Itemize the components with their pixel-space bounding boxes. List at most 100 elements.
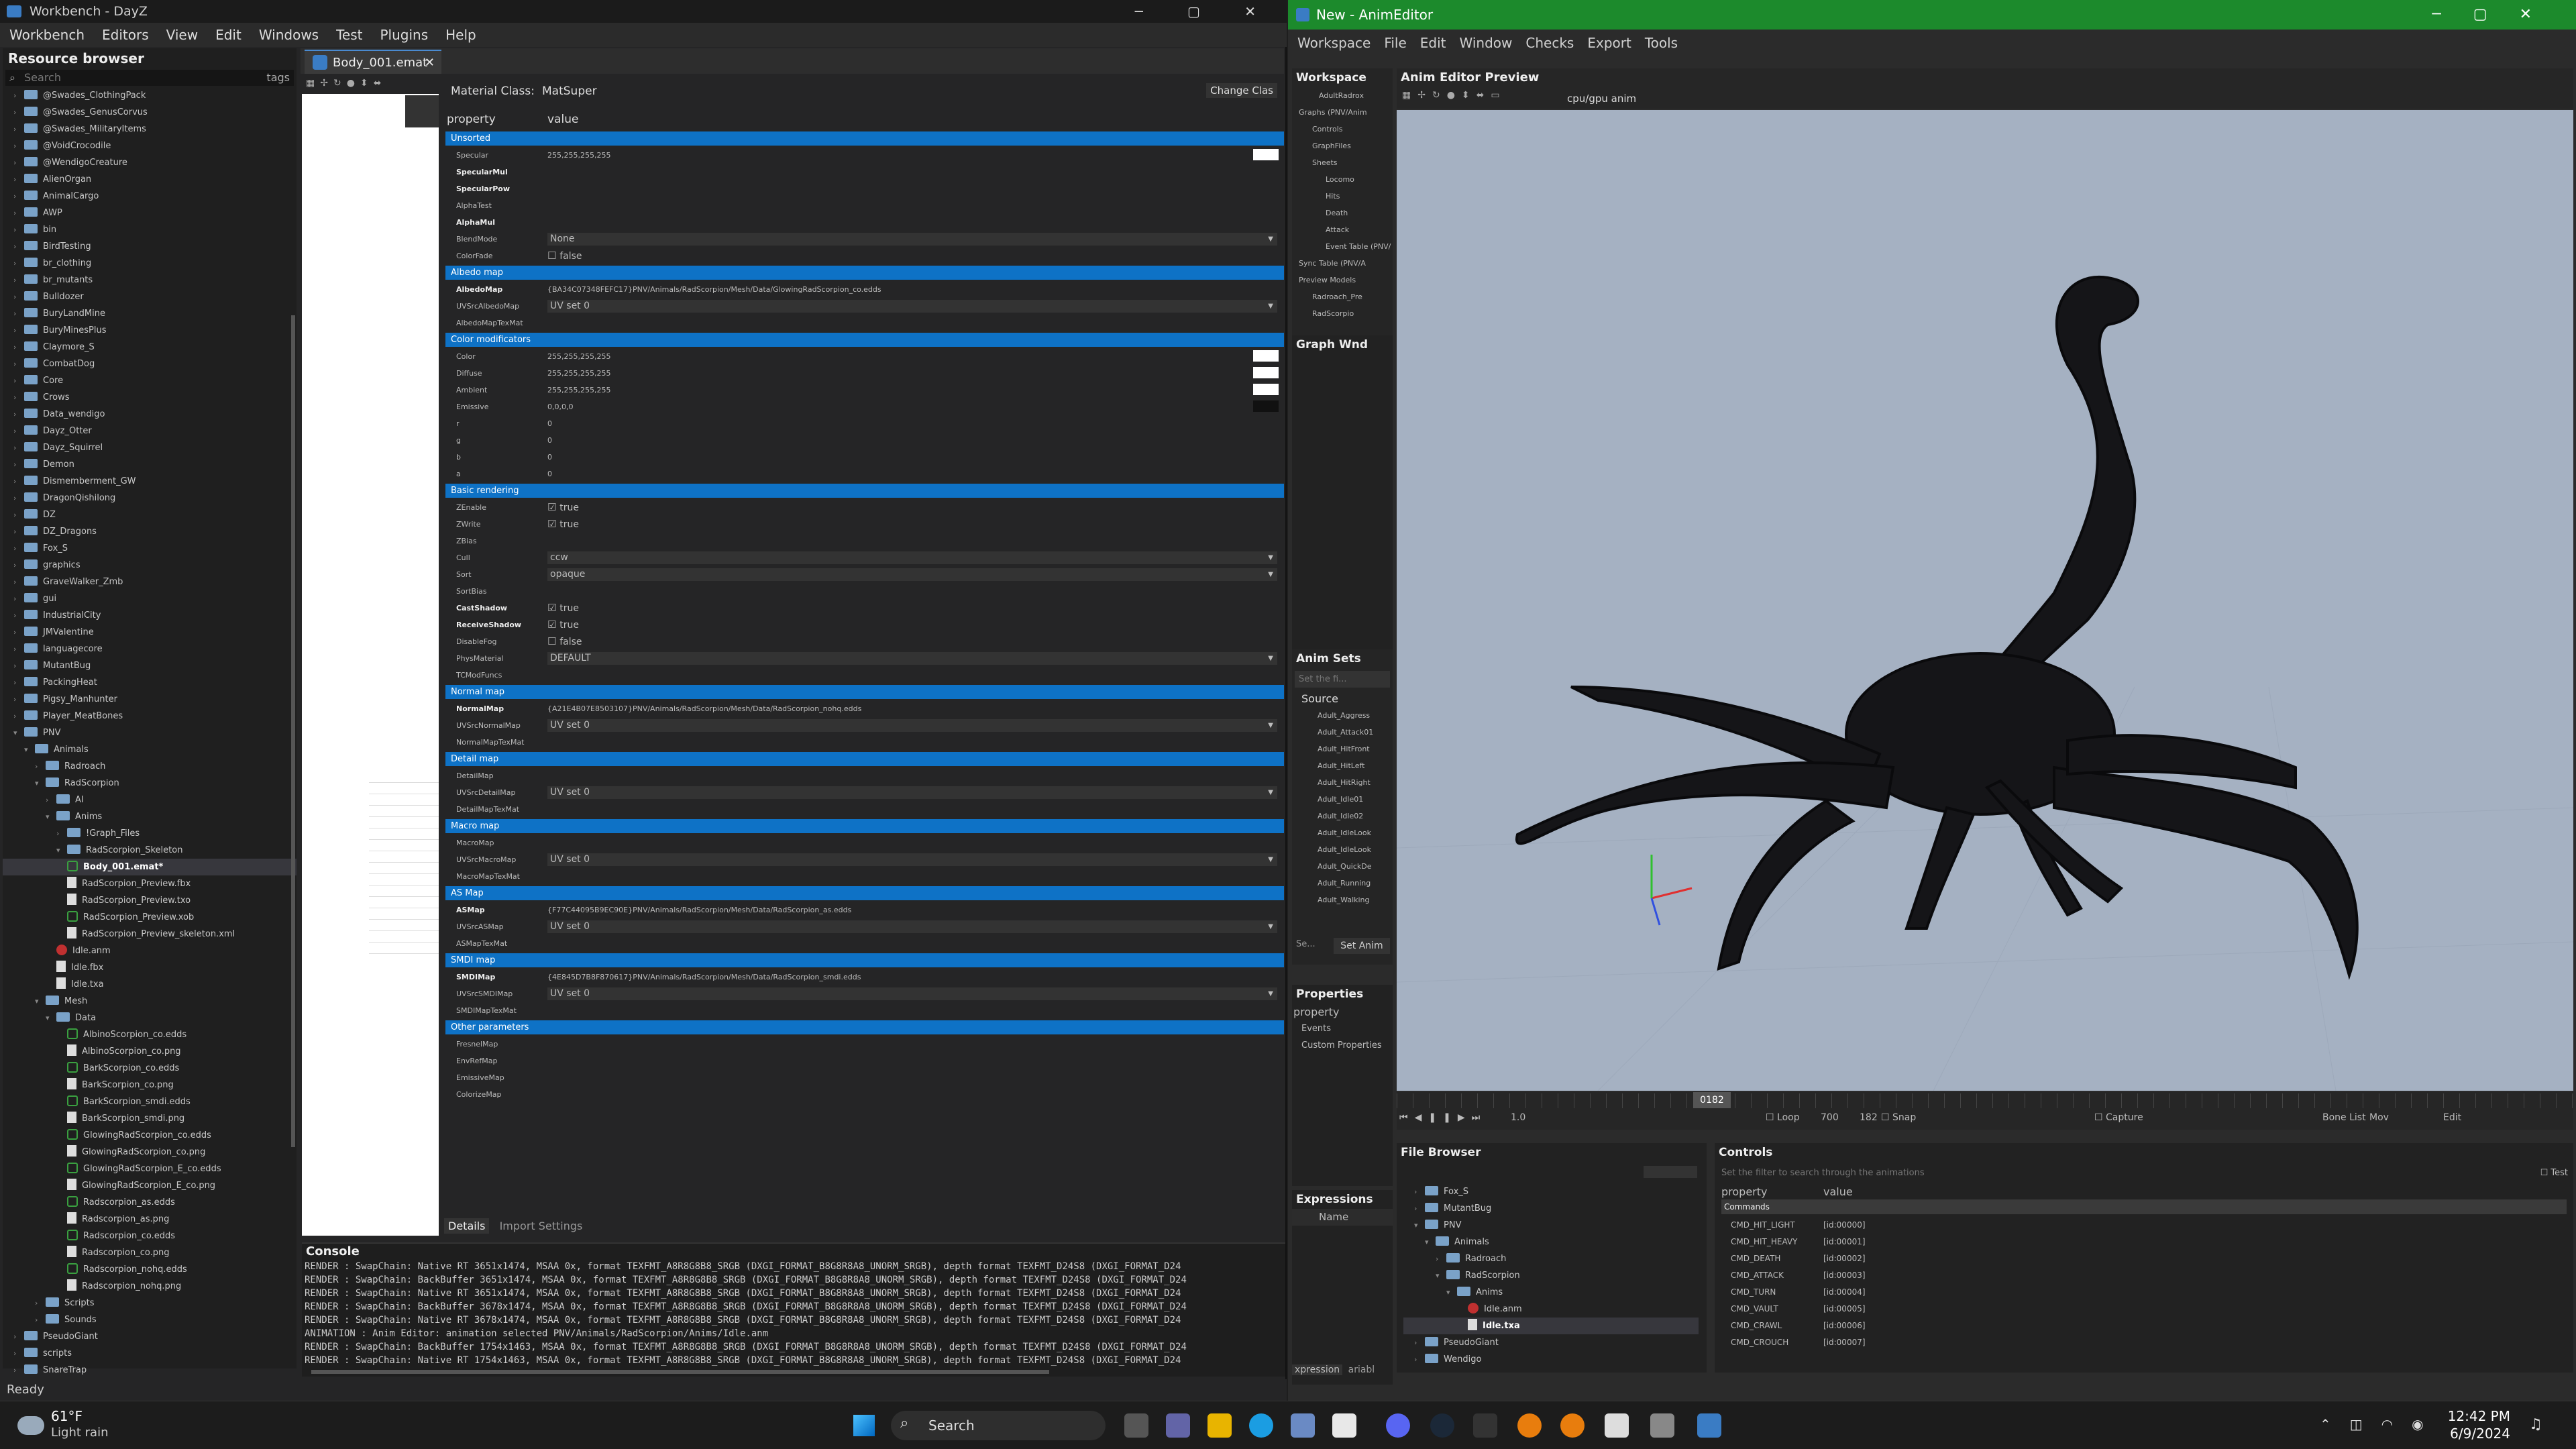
tree-item[interactable]: Radscorpion_co.edds: [3, 1228, 297, 1244]
chevron-right-icon[interactable]: ›: [13, 1345, 24, 1362]
weather-icon[interactable]: [17, 1416, 44, 1435]
tree-item[interactable]: › Dismemberment_GW: [3, 473, 297, 490]
property-row[interactable]: Specular 255,255,255,255: [445, 147, 1284, 164]
tree-item[interactable]: ▾ Anims: [1403, 1284, 1699, 1301]
chevron-down-icon[interactable]: ▾: [46, 808, 56, 825]
chevron-right-icon[interactable]: ›: [35, 758, 46, 775]
property-value[interactable]: ☐ false: [547, 248, 1277, 265]
menu-edit[interactable]: Edit: [215, 27, 241, 43]
mov-button[interactable]: Mov: [2369, 1112, 2389, 1123]
tree-item[interactable]: AlbinoScorpion_co.png: [3, 1043, 297, 1060]
tree-item[interactable]: Idle.txa: [1403, 1318, 1699, 1334]
workspace-item[interactable]: Event Table (PNV/: [1292, 238, 1393, 255]
file-explorer-icon[interactable]: [1208, 1413, 1232, 1438]
preview-mode[interactable]: cpu/gpu anim: [1567, 93, 1636, 105]
color-swatch[interactable]: [1253, 367, 1279, 378]
control-row[interactable]: CMD_CRAWL [id:00006]: [1721, 1318, 2567, 1334]
tree-item[interactable]: › Radroach: [1403, 1250, 1699, 1267]
chevron-down-icon[interactable]: ▾: [35, 993, 46, 1010]
property-row[interactable]: NormalMap {A21E4B07E8503107}PNV/Animals/R…: [445, 700, 1284, 717]
control-row[interactable]: CMD_CROUCH [id:00007]: [1721, 1334, 2567, 1351]
tab-details[interactable]: Details: [444, 1218, 490, 1234]
tree-item[interactable]: › Dayz_Squirrel: [3, 439, 297, 456]
chevron-down-icon[interactable]: ▾: [24, 741, 35, 758]
chevron-right-icon[interactable]: ›: [13, 372, 24, 389]
property-value[interactable]: ☑ true: [547, 516, 1277, 533]
tree-item[interactable]: › PseudoGiant: [1403, 1334, 1699, 1351]
property-dropdown[interactable]: None ▼: [547, 233, 1277, 246]
tree-item[interactable]: ▾ RadScorpion: [3, 775, 297, 792]
anim-set-item[interactable]: Adult_QuickDe: [1292, 858, 1393, 875]
chevron-right-icon[interactable]: ›: [13, 1328, 24, 1345]
tree-item[interactable]: › JMValentine: [3, 624, 297, 641]
chevron-right-icon[interactable]: ›: [13, 490, 24, 506]
chevron-down-icon[interactable]: ▾: [13, 724, 24, 741]
taskbar-search[interactable]: ⌕ Search: [891, 1411, 1106, 1440]
property-value[interactable]: 255,255,255,255: [547, 147, 1277, 164]
tab-variable[interactable]: ariabl: [1346, 1364, 1378, 1375]
property-dropdown[interactable]: UV set 0 ▼: [547, 786, 1277, 799]
tree-item[interactable]: › gui: [3, 590, 297, 607]
tree-item[interactable]: › br_clothing: [3, 255, 297, 272]
control-row[interactable]: CMD_HIT_LIGHT [id:00000]: [1721, 1217, 2567, 1234]
section-header[interactable]: Color modificators: [445, 333, 1284, 347]
chevron-right-icon[interactable]: ›: [13, 188, 24, 205]
tree-item[interactable]: Radscorpion_as.png: [3, 1211, 297, 1228]
tree-item[interactable]: › PackingHeat: [3, 674, 297, 691]
terminal-icon[interactable]: [1473, 1413, 1497, 1438]
tree-item[interactable]: › AWP: [3, 205, 297, 221]
property-row[interactable]: UVSrcASMap UV set 0 ▼: [445, 918, 1284, 935]
property-row[interactable]: MacroMapTexMat: [445, 868, 1284, 885]
checkbox[interactable]: ☑: [547, 518, 559, 530]
menu-view[interactable]: View: [166, 27, 198, 43]
property-row[interactable]: SpecularMul0.157: [445, 164, 1284, 180]
chevron-right-icon[interactable]: ›: [35, 1295, 46, 1311]
property-row[interactable]: UVSrcMacroMap UV set 0 ▼: [445, 851, 1284, 868]
tree-item[interactable]: ▾ Animals: [1403, 1234, 1699, 1250]
bone-list-button[interactable]: Bone List: [2322, 1112, 2366, 1123]
tree-item[interactable]: GlowingRadScorpion_co.png: [3, 1144, 297, 1161]
chevron-down-icon[interactable]: ▾: [1446, 1284, 1457, 1301]
weather-temp[interactable]: 61°F: [51, 1408, 83, 1424]
property-row[interactable]: Color 255,255,255,255: [445, 348, 1284, 365]
property-row[interactable]: NormalMapTexMat: [445, 734, 1284, 751]
property-row[interactable]: g0: [445, 432, 1284, 449]
tree-item[interactable]: Idle.anm: [1403, 1301, 1699, 1318]
property-row[interactable]: Sort opaque ▼: [445, 566, 1284, 583]
workspace-item[interactable]: Radroach_Pre: [1292, 288, 1393, 305]
chevron-right-icon[interactable]: ›: [13, 1362, 24, 1379]
chevron-right-icon[interactable]: ›: [13, 624, 24, 641]
tree-item[interactable]: › Player_MeatBones: [3, 708, 297, 724]
tree-item[interactable]: RadScorpion_Preview_skeleton.xml: [3, 926, 297, 943]
property-value[interactable]: ☑ true: [547, 499, 1277, 517]
property-row[interactable]: SMDIMap {4E845D7B8F870617}PNV/Animals/Rad…: [445, 969, 1284, 985]
tray-icons[interactable]: ⌃◫◠◉: [2320, 1416, 2443, 1432]
workbench-task-icon[interactable]: [1650, 1413, 1674, 1438]
control-row[interactable]: CMD_ATTACK [id:00003]: [1721, 1267, 2567, 1284]
property-row[interactable]: AlphaTest0.000: [445, 197, 1284, 214]
tab-import-settings[interactable]: Import Settings: [496, 1218, 587, 1234]
chevron-down-icon[interactable]: ▾: [56, 842, 67, 859]
tree-item[interactable]: › DragonQishilong: [3, 490, 297, 506]
speed-value[interactable]: 1.0: [1511, 1112, 1525, 1123]
anim-set-item[interactable]: Adult_Idle02: [1292, 808, 1393, 824]
preview-toolbar[interactable]: ▦✢↻●⬍⬌: [306, 78, 440, 93]
property-row[interactable]: UVSrcNormalMap UV set 0 ▼: [445, 717, 1284, 734]
menu-help[interactable]: Help: [445, 27, 476, 43]
property-row[interactable]: Ambient 255,255,255,255: [445, 382, 1284, 398]
chevron-right-icon[interactable]: ›: [13, 356, 24, 372]
property-row[interactable]: CastShadow ☑ true: [445, 600, 1284, 616]
chevron-down-icon[interactable]: ▾: [1414, 1217, 1425, 1234]
property-value[interactable]: 0: [547, 415, 1277, 432]
tree-item[interactable]: › AI: [3, 792, 297, 808]
tree-item[interactable]: ▾ Mesh: [3, 993, 297, 1010]
tree-item[interactable]: › BuryLandMine: [3, 305, 297, 322]
property-value[interactable]: ☑ true: [547, 616, 1277, 634]
property-row[interactable]: Emissive 0,0,0,0: [445, 398, 1284, 415]
snap-toggle[interactable]: ☐ Snap: [1881, 1112, 1916, 1123]
tree-item[interactable]: › @VoidCrocodile: [3, 138, 297, 154]
tree-item[interactable]: › @WendigoCreature: [3, 154, 297, 171]
property-row[interactable]: TCModFuncs: [445, 667, 1284, 684]
tree-item[interactable]: › Demon: [3, 456, 297, 473]
chevron-right-icon[interactable]: ›: [13, 523, 24, 540]
